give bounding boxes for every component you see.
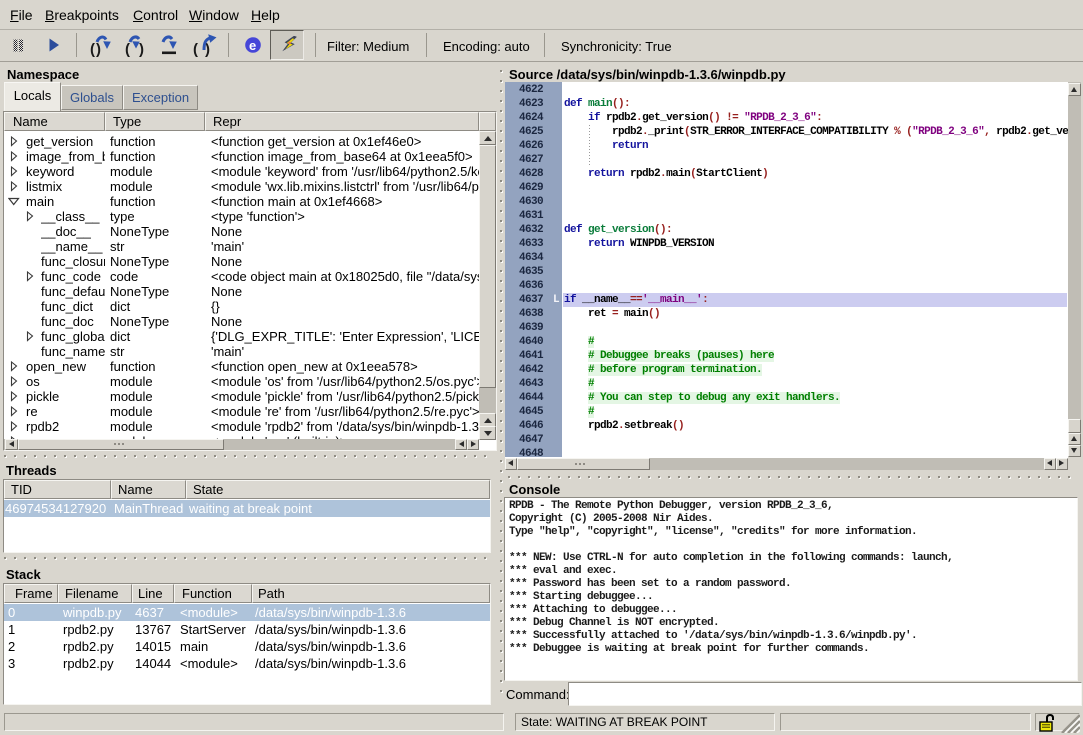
svg-text:): ) [96, 41, 101, 58]
svg-text:): ) [139, 41, 144, 58]
svg-text:(: ( [90, 41, 95, 58]
svg-text:e: e [249, 38, 256, 53]
svg-text:(: ( [125, 41, 130, 58]
svg-text:(: ( [193, 41, 198, 58]
